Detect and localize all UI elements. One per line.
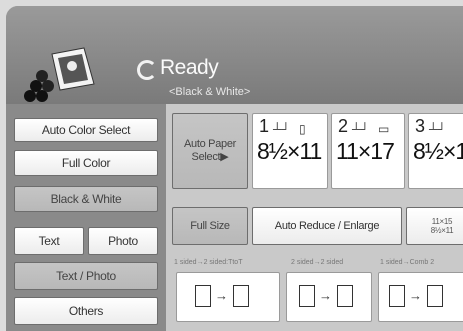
paper-tray-1[interactable]: 1 ┴┘ ▯ 8½×11 xyxy=(252,113,328,189)
refresh-icon xyxy=(137,60,157,80)
paper-orientation-icon: ▭ xyxy=(378,122,390,136)
copier-screen: Ready <Black & White> Auto Color Select … xyxy=(0,0,463,331)
color-mode-status: <Black & White> xyxy=(169,86,251,98)
full-color-button[interactable]: Full Color xyxy=(14,150,158,176)
tray-number: 1 xyxy=(259,116,270,136)
ratio-preset-line-1: 11×15 xyxy=(431,217,453,226)
arrow-icon: → xyxy=(409,288,422,303)
others-button[interactable]: Others xyxy=(14,297,158,325)
tray-paper-size: 11×17 xyxy=(336,138,395,164)
arrow-icon: → xyxy=(319,288,332,303)
duplex-label-3: 1 sided→Comb 2 xyxy=(380,259,435,266)
paper-tray-icon: ┴┘ xyxy=(273,122,291,136)
page-icon xyxy=(195,285,211,307)
one-to-combine-two-button[interactable]: → xyxy=(378,272,463,322)
auto-paper-select-button[interactable]: Auto Paper Select▶ xyxy=(172,113,248,189)
auto-paper-select-label: Auto Paper xyxy=(183,138,237,150)
combine-page-icon xyxy=(427,285,443,307)
paper-tray-icon: ┴┘ xyxy=(352,122,370,136)
duplex-label-2: 2 sided→2 sided xyxy=(291,259,344,266)
duplex-page-icon xyxy=(337,285,353,307)
copier-logo-icon xyxy=(24,47,95,102)
duplex-page-icon xyxy=(233,285,249,307)
paper-tray-2[interactable]: 2 ┴┘ ▭ 11×17 xyxy=(331,113,405,189)
duplex-label-1: 1 sided→2 sided:TtoT xyxy=(174,259,243,266)
arrow-icon: → xyxy=(215,288,228,303)
two-to-two-sided-button[interactable]: → xyxy=(286,272,372,322)
one-to-two-sided-button[interactable]: → xyxy=(176,272,280,322)
auto-paper-select-label-2: Select▶ xyxy=(191,151,229,163)
page-icon xyxy=(389,285,405,307)
ratio-preset-button[interactable]: 11×15 8½×11 xyxy=(406,207,463,245)
ratio-preset-line-2: 8½×11 xyxy=(430,226,454,235)
tray-number: 3 xyxy=(415,116,426,136)
tray-paper-size: 8½×11 xyxy=(257,138,322,164)
paper-tray-icon: ┴┘ xyxy=(429,122,447,136)
paper-orientation-icon: ▯ xyxy=(299,122,306,136)
auto-color-select-button[interactable]: Auto Color Select xyxy=(14,118,158,142)
duplex-page-icon xyxy=(299,285,315,307)
photo-button[interactable]: Photo xyxy=(88,227,158,255)
paper-tray-3[interactable]: 3 ┴┘ 8½×1 xyxy=(408,113,463,189)
black-white-button[interactable]: Black & White xyxy=(14,186,158,212)
text-button[interactable]: Text xyxy=(14,227,84,255)
ready-status: Ready xyxy=(160,56,219,79)
tray-number: 2 xyxy=(338,116,349,136)
tray-paper-size: 8½×1 xyxy=(413,138,463,164)
full-size-button[interactable]: Full Size xyxy=(172,207,248,245)
text-photo-button[interactable]: Text / Photo xyxy=(14,262,158,290)
auto-reduce-enlarge-button[interactable]: Auto Reduce / Enlarge xyxy=(252,207,402,245)
